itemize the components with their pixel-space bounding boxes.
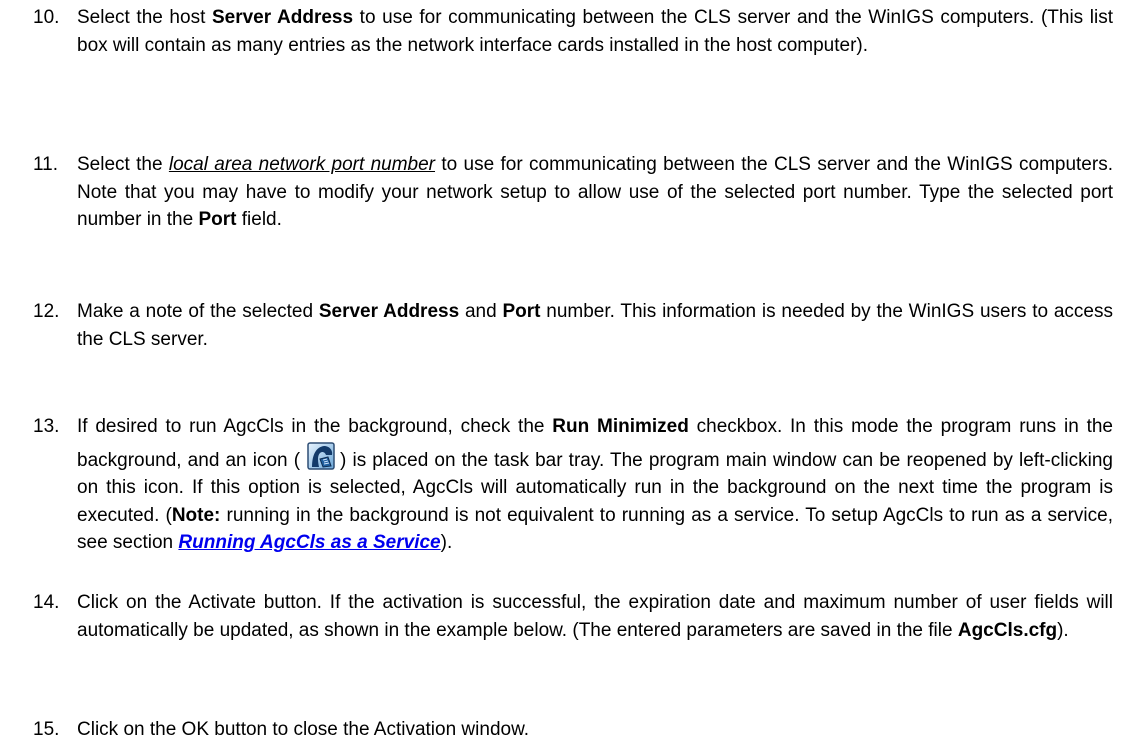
step-text: Click on the Activate button. If the act…: [77, 589, 1113, 644]
agccls-tray-icon: [306, 441, 336, 471]
italic-term-port-number: local area network port number: [168, 154, 436, 175]
step-11: 11. Select the local area network port n…: [33, 151, 1113, 234]
bold-term-server-address: Server Address: [318, 301, 460, 322]
step-text: Click on the OK button to close the Acti…: [77, 716, 1113, 744]
bold-term-server-address: Server Address: [211, 7, 354, 28]
step-10: 10. Select the host Server Address to us…: [33, 4, 1113, 59]
step-number: 12.: [33, 301, 60, 322]
step-text: Make a note of the selected Server Addre…: [77, 298, 1113, 353]
step-number: 14.: [33, 592, 60, 613]
step-15: 15. Click on the OK button to close the …: [33, 716, 1113, 744]
text-run: and: [459, 301, 503, 322]
text-run: Select the: [77, 154, 169, 175]
step-14: 14. Click on the Activate button. If the…: [33, 589, 1113, 644]
bold-term-port: Port: [198, 209, 237, 230]
bold-note-label: Note:: [171, 504, 221, 526]
step-number: 11.: [33, 154, 59, 175]
text-run: Select the host: [77, 7, 212, 28]
step-text: Select the local area network port numbe…: [77, 151, 1113, 234]
text-run: field.: [236, 209, 282, 230]
text-run: Make a note of the selected: [77, 301, 319, 322]
step-12: 12. Make a note of the selected Server A…: [33, 298, 1113, 353]
text-run: ).: [440, 532, 453, 553]
text-run: If desired to run AgcCls in the backgrou…: [77, 416, 553, 437]
step-number: 15.: [33, 719, 60, 740]
text-run: ).: [1057, 619, 1069, 641]
running-as-service-link[interactable]: Running AgcCls as a Service: [178, 532, 440, 553]
step-number: 13.: [33, 416, 60, 437]
bold-term-run-minimized: Run Minimized: [552, 416, 689, 437]
text-run: Click on the OK button to close the Acti…: [77, 719, 530, 740]
step-number: 10.: [33, 7, 60, 28]
document-page: 10. Select the host Server Address to us…: [0, 0, 1122, 750]
step-13: 13. If desired to run AgcCls in the back…: [33, 413, 1113, 557]
step-text: Select the host Server Address to use fo…: [77, 4, 1113, 59]
step-text: If desired to run AgcCls in the backgrou…: [77, 413, 1113, 557]
bold-term-port: Port: [502, 301, 541, 322]
bold-filename: AgcCls.cfg: [957, 619, 1058, 641]
